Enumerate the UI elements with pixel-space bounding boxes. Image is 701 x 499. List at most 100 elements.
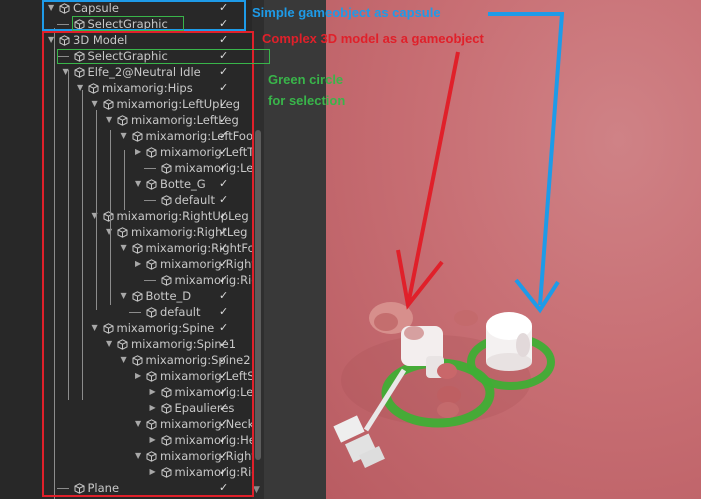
active-checkbox[interactable] [219,242,230,253]
expand-arrow-icon[interactable]: ▼ [135,176,145,192]
hierarchy-row[interactable]: SelectGraphic [0,48,252,64]
hierarchy-row[interactable]: ▼ 3D Model [0,32,252,48]
hierarchy-row[interactable]: ▼ mixamorig:LeftUpLeg [0,96,252,112]
active-checkbox[interactable] [219,82,230,93]
hierarchy-row-label: mixamorig:RightFoot [145,241,267,255]
hierarchy-row[interactable]: ▼mixamorig:RightShoulder [0,448,268,464]
expand-arrow-icon[interactable]: ▼ [106,336,116,352]
hierarchy-row[interactable]: ▶mixamorig:RightToeBase [0,256,268,272]
active-checkbox[interactable] [219,194,230,205]
active-checkbox[interactable] [219,34,230,45]
active-checkbox[interactable] [219,402,230,413]
hierarchy-row[interactable]: SelectGraphic [0,16,252,32]
expand-arrow-icon[interactable]: ▼ [106,112,116,128]
hierarchy-row[interactable]: Plane [0,480,252,496]
hierarchy-row[interactable]: ▶mixamorig:RightArm [0,464,269,480]
active-checkbox[interactable] [219,290,230,301]
active-checkbox[interactable] [219,162,230,173]
hierarchy-row[interactable]: ▶mixamorig:LeftToeBase [0,144,268,160]
expand-arrow-icon[interactable]: ▼ [121,240,131,256]
active-checkbox[interactable] [219,66,230,77]
scene-view[interactable] [326,0,701,499]
active-checkbox[interactable] [219,2,230,13]
gameobject-cube-icon [161,274,172,286]
hierarchy-row-label: Capsule [73,1,119,15]
hierarchy-row[interactable]: ▼mixamorig:RightLeg [0,224,252,240]
collapse-arrow-icon[interactable]: ▶ [150,400,160,416]
gameobject-cube-icon [161,162,172,174]
hierarchy-row[interactable]: ▼ mixamorig:Spine [0,320,252,336]
tree-connector [56,56,69,57]
scroll-down-arrow-icon[interactable]: ▼ [253,485,260,495]
expand-arrow-icon[interactable]: ▼ [121,128,131,144]
hierarchy-row[interactable]: ▼ mixamorig:LeftFoot [0,128,258,144]
hierarchy-row[interactable]: ▼ mixamorig:Spine1 [0,336,252,352]
hierarchy-row[interactable]: ▼ Botte_D [0,288,252,304]
active-checkbox[interactable] [219,466,230,477]
capsule-object[interactable] [486,312,532,371]
gameobject-cube-icon [59,2,70,14]
scrollbar-thumb[interactable] [255,130,261,460]
hierarchy-row[interactable]: mixamorig:LeftToe_End [0,160,268,176]
hierarchy-row[interactable]: default [0,304,252,320]
active-checkbox[interactable] [219,322,230,333]
active-checkbox[interactable] [219,258,230,269]
active-checkbox[interactable] [219,146,230,157]
active-checkbox[interactable] [219,226,230,237]
active-checkbox[interactable] [219,338,230,349]
expand-arrow-icon[interactable]: ▼ [121,288,131,304]
active-checkbox[interactable] [219,386,230,397]
hierarchy-row[interactable]: ▼ mixamorig:RightFoot [0,240,267,256]
tree-connector [129,312,141,313]
active-checkbox[interactable] [219,370,230,381]
gameobject-cube-icon [74,18,85,30]
hierarchy-row[interactable]: ▼ mixamorig:LeftLeg [0,112,252,128]
expand-arrow-icon[interactable]: ▼ [135,448,145,464]
collapse-arrow-icon[interactable]: ▶ [135,368,145,384]
collapse-arrow-icon[interactable]: ▶ [150,464,160,480]
hierarchy-row[interactable]: ▶ mixamorig:Head [0,432,269,448]
hierarchy-row[interactable]: ▶mixamorig:LeftArm [0,384,269,400]
active-checkbox[interactable] [219,354,230,365]
collapse-arrow-icon[interactable]: ▶ [150,432,160,448]
hierarchy-row[interactable]: ▼ Capsule [0,0,252,16]
active-checkbox[interactable] [219,18,230,29]
active-checkbox[interactable] [219,50,230,61]
hierarchy-row[interactable]: ▼ mixamorig:Spine2 [0,352,252,368]
expand-arrow-icon[interactable]: ▼ [48,32,58,48]
active-checkbox[interactable] [219,482,230,493]
expand-arrow-icon[interactable]: ▼ [135,416,145,432]
hierarchy-row[interactable]: mixamorig:RightToe_End [0,272,268,288]
expand-arrow-icon[interactable]: ▼ [92,320,102,336]
gameobject-cube-icon [146,258,157,270]
active-checkbox[interactable] [219,274,230,285]
hierarchy-row[interactable]: ▼ Elfe_2@Neutral Idle [0,64,252,80]
hierarchy-row[interactable]: default [0,192,252,208]
hierarchy-row[interactable]: ▶ Epaulieres [0,400,252,416]
hierarchy-scrollbar[interactable]: ▼ [252,0,264,499]
hierarchy-row[interactable]: ▼ mixamorig:Hips [0,80,252,96]
collapse-arrow-icon[interactable]: ▶ [135,144,145,160]
active-checkbox[interactable] [219,98,230,109]
collapse-arrow-icon[interactable]: ▶ [150,384,160,400]
expand-arrow-icon[interactable]: ▼ [48,0,58,16]
hierarchy-row[interactable]: ▼ mixamorig:Neck [0,416,254,432]
expand-arrow-icon[interactable]: ▼ [106,224,116,240]
gameobject-cube-icon [161,466,172,478]
collapse-arrow-icon[interactable]: ▶ [135,256,145,272]
active-checkbox[interactable] [219,114,230,125]
active-checkbox[interactable] [219,130,230,141]
hierarchy-row[interactable]: ▼ mixamorig:RightUpLeg [0,208,252,224]
hierarchy-row[interactable]: ▼ Botte_G [0,176,252,192]
tree-guide-line [82,90,83,400]
active-checkbox[interactable] [219,418,230,429]
active-checkbox[interactable] [219,178,230,189]
expand-arrow-icon[interactable]: ▼ [121,352,131,368]
hierarchy-row[interactable]: ▶mixamorig:LeftShoulder [0,368,268,384]
active-checkbox[interactable] [219,306,230,317]
gameobject-cube-icon [103,98,114,110]
gameobject-cube-icon [132,130,143,142]
active-checkbox[interactable] [219,210,230,221]
active-checkbox[interactable] [219,450,230,461]
active-checkbox[interactable] [219,434,230,445]
